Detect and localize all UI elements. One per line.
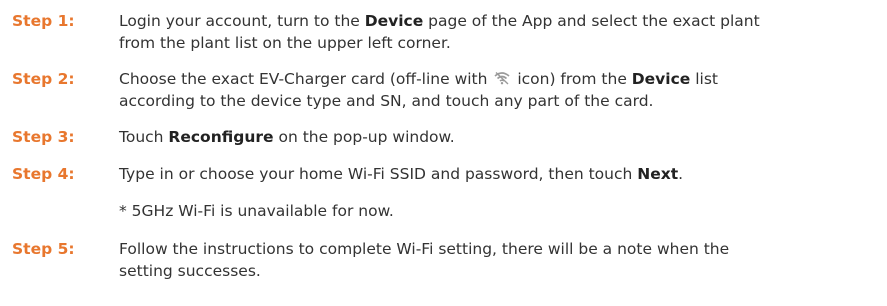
step-text: Touch Reconfigure on the pop-up window. bbox=[119, 128, 455, 146]
wifi-off-icon bbox=[493, 69, 511, 85]
step-label: Step 5: bbox=[12, 240, 75, 258]
step-text: Login your account, turn to the Device p… bbox=[119, 12, 760, 52]
device-keyword: Device bbox=[364, 12, 424, 30]
step-label: Step 4: bbox=[12, 165, 75, 183]
step-text: Type in or choose your home Wi-Fi SSID a… bbox=[119, 165, 684, 183]
wifi-note: * 5GHz Wi-Fi is unavailable for now. bbox=[119, 202, 394, 220]
instructions-document: Step 1: Login your account, turn to the … bbox=[0, 0, 887, 306]
next-keyword: Next bbox=[637, 165, 679, 183]
device-keyword: Device bbox=[631, 70, 691, 88]
reconfigure-keyword: Reconfigure bbox=[168, 128, 274, 146]
step-label: Step 3: bbox=[12, 128, 75, 146]
step-label: Step 1: bbox=[12, 12, 75, 30]
step-text: Follow the instructions to complete Wi-F… bbox=[119, 240, 730, 280]
step-label: Step 2: bbox=[12, 70, 75, 88]
step-text: Choose the exact EV-Charger card (off-li… bbox=[119, 69, 718, 110]
